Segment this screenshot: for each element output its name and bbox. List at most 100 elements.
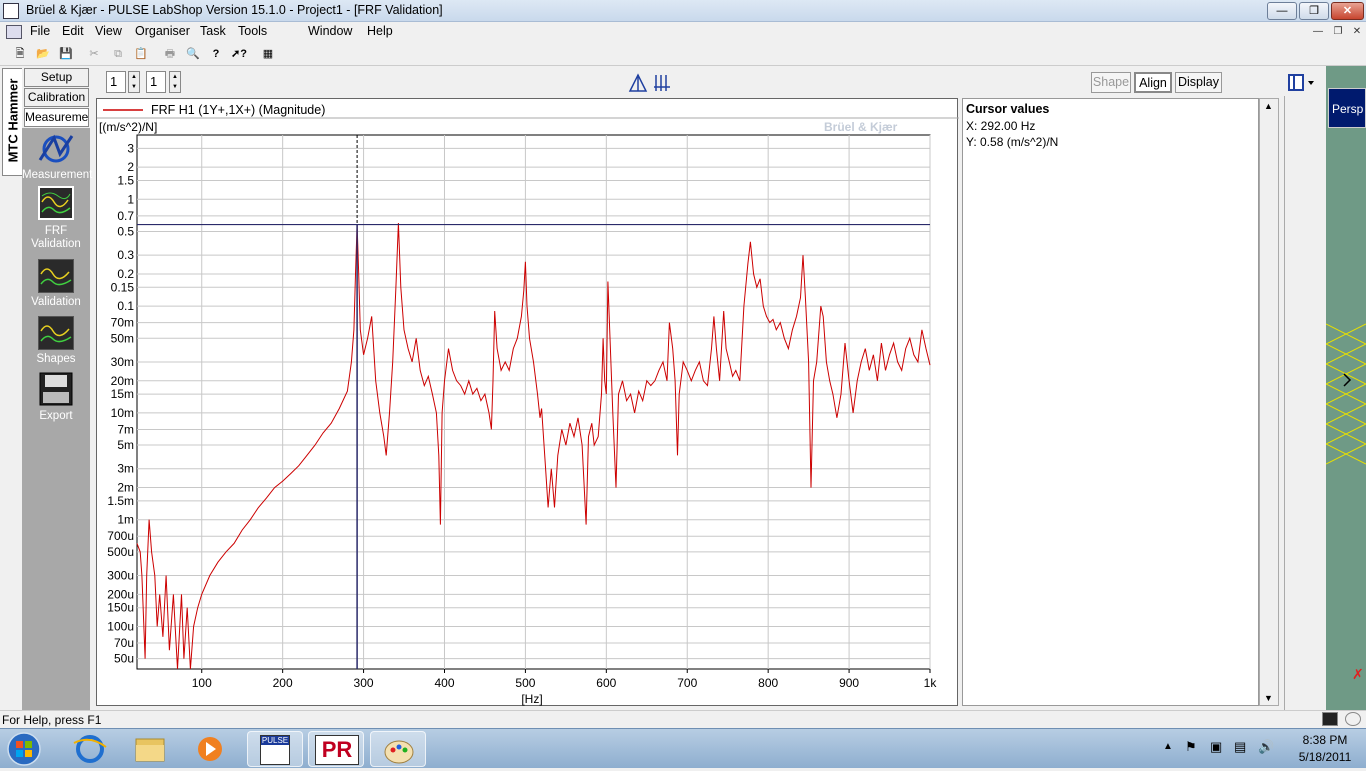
shapes-task-label: Shapes	[36, 353, 76, 365]
copy-icon[interactable]: ⧉	[110, 46, 126, 62]
mdi-close-icon[interactable]: ✕	[1349, 25, 1365, 39]
export-task-icon[interactable]	[39, 372, 73, 406]
document-icon[interactable]	[6, 25, 22, 39]
frf-validation-task-icon[interactable]	[38, 186, 74, 220]
monitor-status-icon	[1322, 712, 1338, 726]
x-tick-label: 100	[192, 676, 212, 690]
display-button[interactable]: Display	[1175, 72, 1222, 93]
context-help-icon[interactable]: ➚?	[231, 46, 247, 62]
print-icon[interactable]: 🖶	[162, 46, 178, 62]
measurement-tab[interactable]: Measurement	[24, 108, 89, 127]
paint-icon[interactable]	[370, 731, 426, 767]
title-bar: Brüel & Kjær - PULSE LabShop Version 15.…	[0, 0, 1366, 22]
channel-spinner-2[interactable]: 1	[146, 71, 166, 93]
save-icon[interactable]: 💾	[58, 46, 74, 62]
menu-tools[interactable]: Tools	[238, 24, 267, 38]
y-tick-label: 70u	[114, 636, 134, 650]
show-hidden-icons-icon[interactable]: ▲	[1163, 741, 1173, 752]
x-tick-label: 200	[273, 676, 293, 690]
cursor-y-value: Y: 0.58 (m/s^2)/N	[966, 135, 1059, 149]
align-button[interactable]: Align	[1134, 72, 1172, 93]
spinner-2-arrows-icon[interactable]: ▲ ▼	[169, 71, 181, 93]
menu-file[interactable]: File	[30, 24, 50, 38]
close-button[interactable]: ✕	[1331, 2, 1364, 20]
axis-marker-icon: ✗	[1352, 666, 1364, 682]
print-preview-icon[interactable]: 🔍	[185, 46, 201, 62]
single-cursor-icon[interactable]	[628, 73, 648, 93]
app-icon[interactable]	[3, 3, 19, 19]
status-text: For Help, press F1	[2, 713, 102, 727]
task-icon-panel: Measurement FRF Validation Validation Sh…	[22, 128, 93, 710]
mdi-minimize-icon[interactable]: —	[1310, 25, 1326, 39]
y-tick-label: 700u	[107, 529, 134, 543]
cursor-x-value: X: 292.00 Hz	[966, 119, 1036, 133]
perspective-view[interactable]: Persp ✗	[1326, 66, 1366, 710]
start-button[interactable]	[4, 731, 44, 767]
volume-icon[interactable]: 🔊	[1258, 739, 1274, 755]
menu-task[interactable]: Task	[200, 24, 226, 38]
x-unit-label: [Hz]	[521, 692, 542, 706]
pulse-labshop-icon[interactable]: PULSE	[247, 731, 303, 767]
export-task-label: Export	[39, 410, 73, 422]
plot-frame	[136, 134, 931, 670]
y-tick-label: 1	[127, 192, 134, 206]
setup-tab[interactable]: Setup	[24, 68, 89, 87]
calibration-tab[interactable]: Calibration	[24, 88, 89, 107]
pulse-reflex-icon[interactable]: PR	[308, 731, 364, 767]
measurement-task-icon[interactable]	[36, 132, 76, 166]
shapes-task-icon[interactable]	[38, 316, 74, 350]
restore-button[interactable]: ❐	[1299, 2, 1329, 20]
internet-explorer-icon[interactable]	[62, 731, 118, 767]
validation-task-icon[interactable]	[38, 259, 74, 293]
system-clock[interactable]: 8:38 PM 5/18/2011	[1285, 732, 1365, 766]
menu-view[interactable]: View	[95, 24, 122, 38]
frf-validation-task-label: FRF Validation	[31, 225, 81, 250]
media-player-icon[interactable]	[182, 731, 238, 767]
usb-device-icon[interactable]: ▣	[1210, 739, 1222, 755]
perspective-tab[interactable]: Persp	[1328, 88, 1366, 128]
measurement-task-label: Measurement	[22, 169, 93, 181]
x-tick-label: 400	[434, 676, 454, 690]
minimize-button[interactable]: —	[1267, 2, 1297, 20]
cursor-values-title: Cursor values	[966, 102, 1050, 116]
mdi-restore-icon[interactable]: ❐	[1330, 25, 1346, 39]
network-icon[interactable]: ▤	[1234, 739, 1246, 755]
legend-label: FRF H1 (1Y+,1X+) (Magnitude)	[151, 103, 325, 117]
frf-graph[interactable]: FRF H1 (1Y+,1X+) (Magnitude) [(m/s^2)/N]…	[96, 98, 959, 707]
y-tick-label: 0.1	[117, 299, 134, 313]
y-tick-label: 2m	[117, 481, 134, 495]
action-center-icon[interactable]: ⚑	[1185, 739, 1197, 755]
layout-selector-icon[interactable]	[1288, 74, 1316, 92]
y-tick-label: 0.7	[117, 209, 134, 223]
frf-chart[interactable]: FRF H1 (1Y+,1X+) (Magnitude) [(m/s^2)/N]…	[97, 99, 959, 707]
network-status-icon	[1345, 712, 1361, 726]
open-folder-icon[interactable]: 📂	[35, 46, 51, 62]
y-tick-label: 0.2	[117, 267, 134, 281]
channel-spinner-1[interactable]: 1	[106, 71, 126, 93]
y-tick-label: 1.5	[117, 173, 134, 187]
scroll-up-icon[interactable]: ▲	[1264, 101, 1273, 111]
mtc-hammer-tab[interactable]: MTC Hammer	[2, 68, 22, 176]
y-tick-label: 70m	[111, 316, 134, 330]
spinner-1-arrows-icon[interactable]: ▲ ▼	[128, 71, 140, 93]
new-file-icon[interactable]: 🗎	[12, 46, 28, 62]
help-icon[interactable]: ?	[208, 46, 224, 62]
harmonic-cursor-icon[interactable]	[652, 73, 672, 93]
filmstrip-icon[interactable]: ▦	[260, 46, 276, 62]
toolbar: 🗎 📂 💾 ✂ ⧉ 📋 🖶 🔍 ? ➚? ▦	[0, 42, 1366, 66]
menu-edit[interactable]: Edit	[62, 24, 84, 38]
vertical-scrollbar[interactable]: ▲ ▼	[1259, 98, 1279, 706]
y-tick-label: 30m	[111, 355, 134, 369]
paste-icon[interactable]: 📋	[133, 46, 149, 62]
y-tick-label: 0.15	[111, 280, 135, 294]
y-tick-label: 150u	[107, 601, 134, 615]
menu-window[interactable]: Window	[308, 24, 352, 38]
menu-help[interactable]: Help	[367, 24, 393, 38]
y-tick-label: 100u	[107, 620, 134, 634]
y-tick-label: 200u	[107, 587, 134, 601]
menu-organiser[interactable]: Organiser	[135, 24, 190, 38]
scroll-down-icon[interactable]: ▼	[1264, 693, 1273, 703]
cut-icon[interactable]: ✂	[86, 46, 102, 62]
shape-button[interactable]: Shape	[1091, 72, 1131, 93]
explorer-icon[interactable]	[122, 731, 178, 767]
